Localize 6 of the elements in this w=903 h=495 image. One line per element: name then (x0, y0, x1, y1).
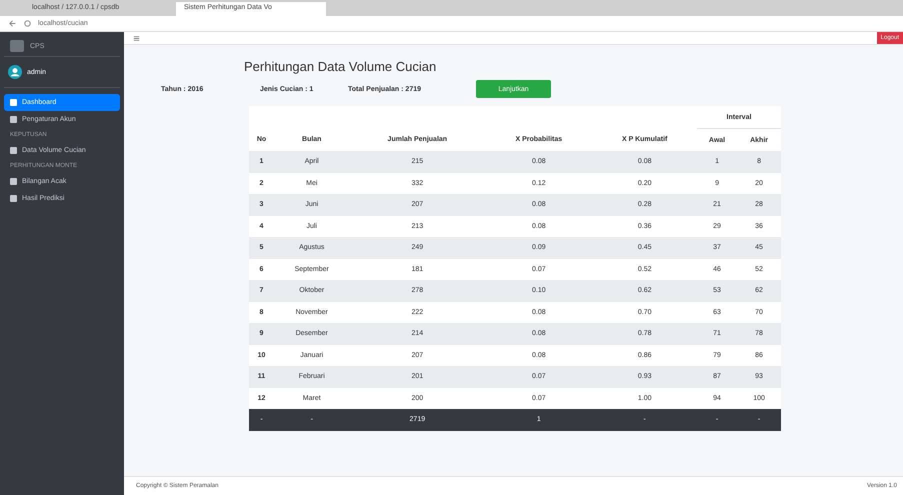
page-title: Perhitungan Data Volume Cucian (244, 59, 438, 74)
avatar-icon (8, 65, 22, 79)
menu-icon[interactable] (132, 34, 141, 42)
reload-icon[interactable] (23, 19, 32, 28)
logo-icon (10, 40, 24, 52)
back-arrow-icon[interactable] (8, 19, 17, 28)
